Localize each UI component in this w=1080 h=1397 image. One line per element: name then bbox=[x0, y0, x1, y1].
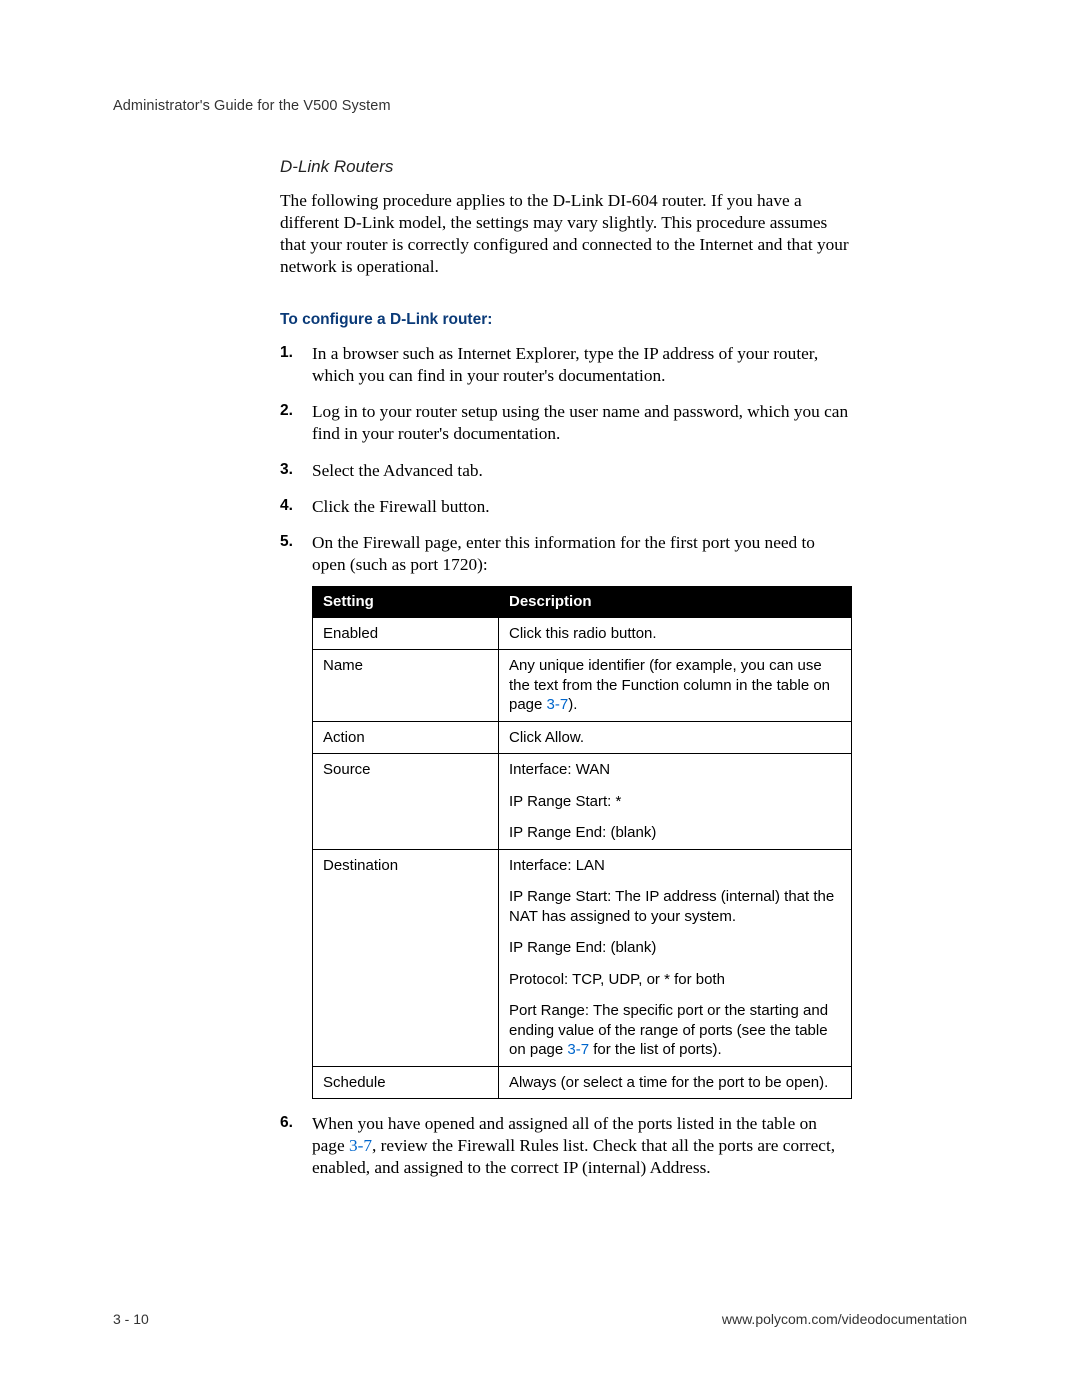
page-number: 3 - 10 bbox=[113, 1311, 149, 1327]
table-row: Enabled Click this radio button. bbox=[313, 617, 852, 650]
table-row: Source Interface: WAN bbox=[313, 754, 852, 786]
cell-desc: Click this radio button. bbox=[499, 617, 852, 650]
subsection-title: D-Link Routers bbox=[280, 156, 852, 178]
table-row: Destination Interface: LAN bbox=[313, 849, 852, 881]
step-5-text: On the Firewall page, enter this informa… bbox=[312, 533, 815, 574]
running-header: Administrator's Guide for the V500 Syste… bbox=[113, 98, 967, 114]
cell-setting: Enabled bbox=[313, 617, 499, 650]
table-row: Port Range: The specific port or the sta… bbox=[313, 995, 852, 1066]
step-5: On the Firewall page, enter this informa… bbox=[280, 532, 852, 1099]
table-row: IP Range End: (blank) bbox=[313, 817, 852, 849]
cell-desc: Any unique identifier (for example, you … bbox=[499, 650, 852, 722]
page-ref-link[interactable]: 3-7 bbox=[349, 1136, 372, 1155]
cell-empty bbox=[313, 881, 499, 932]
cell-desc: Click Allow. bbox=[499, 721, 852, 754]
table-header-row: Setting Description bbox=[313, 587, 852, 618]
procedure-title: To configure a D-Link router: bbox=[280, 310, 852, 330]
step-6: When you have opened and assigned all of… bbox=[280, 1113, 852, 1179]
cell-desc: Protocol: TCP, UDP, or * for both bbox=[499, 964, 852, 996]
table-row: IP Range Start: The IP address (internal… bbox=[313, 881, 852, 932]
cell-desc: IP Range End: (blank) bbox=[499, 817, 852, 849]
cell-text: for the list of ports). bbox=[589, 1041, 722, 1058]
page-footer: 3 - 10 www.polycom.com/videodocumentatio… bbox=[113, 1311, 967, 1327]
table-row: IP Range Start: * bbox=[313, 786, 852, 818]
step-2: Log in to your router setup using the us… bbox=[280, 401, 852, 445]
cell-text: ). bbox=[568, 696, 577, 713]
step-6-text-b: , review the Firewall Rules list. Check … bbox=[312, 1136, 835, 1177]
cell-desc: Interface: WAN bbox=[499, 754, 852, 786]
th-description: Description bbox=[499, 587, 852, 618]
cell-empty bbox=[313, 995, 499, 1066]
table-row: IP Range End: (blank) bbox=[313, 932, 852, 964]
table-row: Action Click Allow. bbox=[313, 721, 852, 754]
cell-setting: Schedule bbox=[313, 1066, 499, 1099]
cell-desc: IP Range End: (blank) bbox=[499, 932, 852, 964]
step-1: In a browser such as Internet Explorer, … bbox=[280, 343, 852, 387]
page-ref-link[interactable]: 3-7 bbox=[547, 696, 569, 713]
step-4: Click the Firewall button. bbox=[280, 496, 852, 518]
intro-paragraph: The following procedure applies to the D… bbox=[280, 190, 852, 279]
cell-desc: Always (or select a time for the port to… bbox=[499, 1066, 852, 1099]
cell-desc: IP Range Start: The IP address (internal… bbox=[499, 881, 852, 932]
cell-empty bbox=[313, 786, 499, 818]
table-row: Name Any unique identifier (for example,… bbox=[313, 650, 852, 722]
table-row: Schedule Always (or select a time for th… bbox=[313, 1066, 852, 1099]
page-ref-link[interactable]: 3-7 bbox=[567, 1041, 589, 1058]
cell-setting: Action bbox=[313, 721, 499, 754]
cell-desc: IP Range Start: * bbox=[499, 786, 852, 818]
cell-setting: Destination bbox=[313, 849, 499, 881]
cell-desc: Interface: LAN bbox=[499, 849, 852, 881]
cell-empty bbox=[313, 932, 499, 964]
procedure-steps: In a browser such as Internet Explorer, … bbox=[280, 343, 852, 1179]
table-row: Protocol: TCP, UDP, or * for both bbox=[313, 964, 852, 996]
step-3: Select the Advanced tab. bbox=[280, 460, 852, 482]
th-setting: Setting bbox=[313, 587, 499, 618]
settings-table: Setting Description Enabled Click this r… bbox=[312, 586, 852, 1099]
cell-empty bbox=[313, 817, 499, 849]
page: Administrator's Guide for the V500 Syste… bbox=[0, 0, 1080, 1397]
cell-empty bbox=[313, 964, 499, 996]
cell-setting: Name bbox=[313, 650, 499, 722]
cell-setting: Source bbox=[313, 754, 499, 786]
cell-desc: Port Range: The specific port or the sta… bbox=[499, 995, 852, 1066]
main-content: D-Link Routers The following procedure a… bbox=[280, 156, 852, 1179]
footer-url: www.polycom.com/videodocumentation bbox=[722, 1311, 967, 1327]
